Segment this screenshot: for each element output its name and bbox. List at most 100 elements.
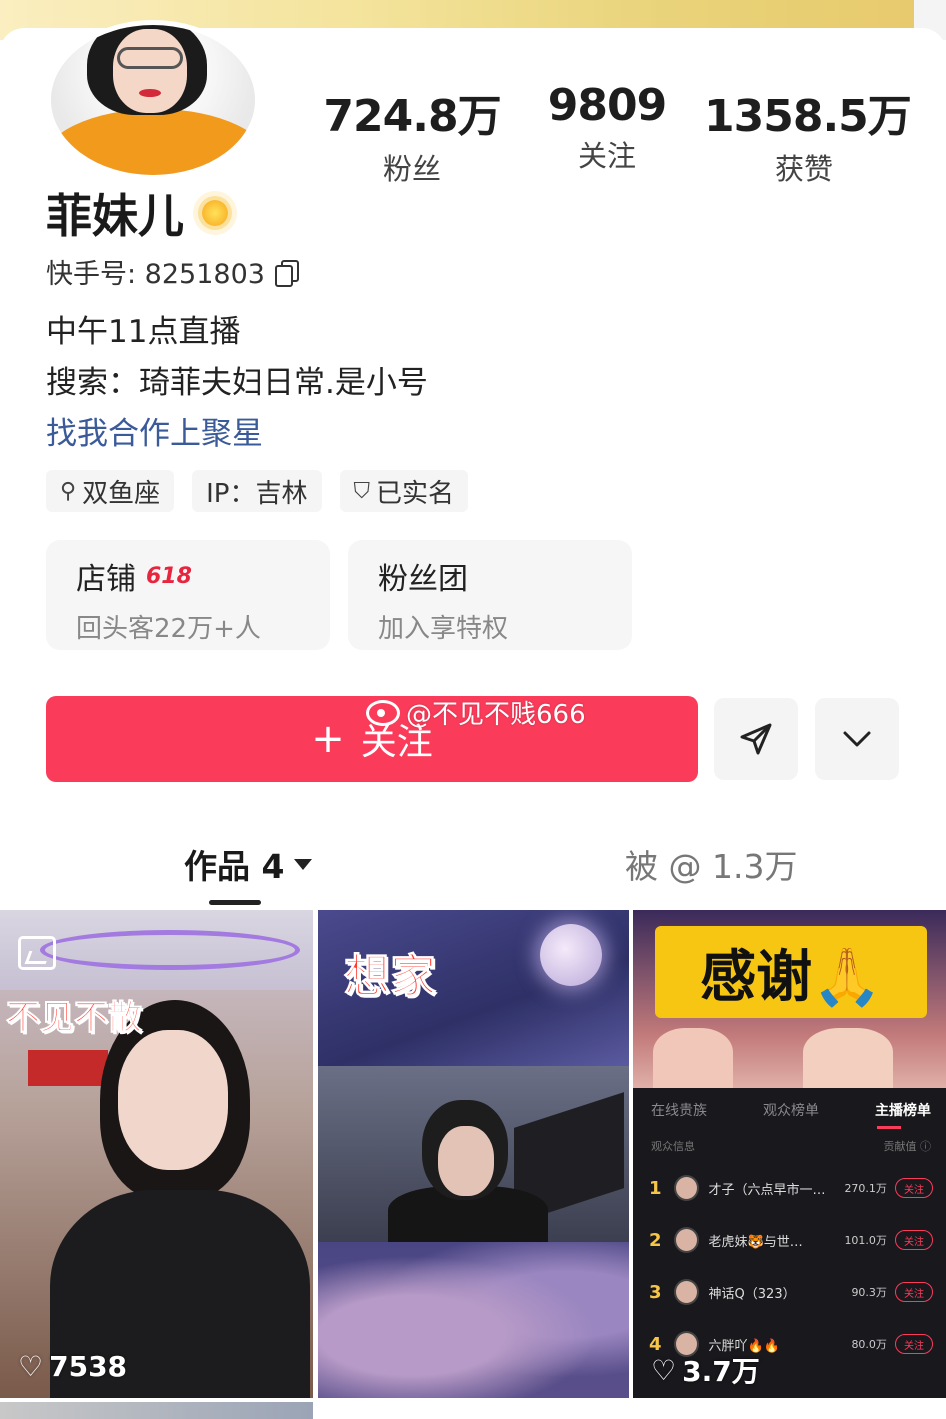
name-row: 菲妹儿 <box>46 183 240 243</box>
more-button[interactable] <box>815 698 899 780</box>
stat-label: 获赞 <box>774 152 833 186</box>
rank-score: 90.3万 <box>851 1286 887 1299</box>
rank-follow: 关注 <box>894 1282 933 1302</box>
avatar-glasses <box>117 47 183 69</box>
shield-check-icon: ⛉ <box>353 478 371 504</box>
caret-down-icon <box>294 858 313 870</box>
rank-name: 神话Q（323） <box>708 1286 796 1302</box>
tab-indicator <box>209 900 261 905</box>
bio-line-2: 搜索：琦菲夫妇日常.是小号 <box>46 365 428 401</box>
rank-follow: 关注 <box>894 1230 933 1250</box>
tag-label: 双鱼座 <box>82 478 161 509</box>
share-button[interactable] <box>714 698 798 780</box>
stat-fans[interactable]: 724.8万 粉丝 <box>322 80 502 188</box>
avatar[interactable] <box>46 20 260 180</box>
tag-label: 已实名 <box>376 478 455 509</box>
avatar-face <box>113 29 187 113</box>
promo-badge: 618 <box>146 563 192 589</box>
tile-overlay-text: 不见不散 <box>6 998 143 1039</box>
tile-face <box>803 1028 893 1088</box>
kuaishou-id: 快手号: 8251803 <box>46 259 265 290</box>
ranking-row: 3 神话Q（323） 90.3万 关注 <box>649 1272 933 1312</box>
card-subtitle: 回头客22万+人 <box>76 614 261 644</box>
card-title-row: 粉丝团 <box>378 554 632 598</box>
rank-name: 才子（六点早市一… <box>708 1182 826 1198</box>
copy-icon[interactable] <box>274 259 299 287</box>
shop-card[interactable]: 店铺 618 回头客22万+人 <box>46 540 330 650</box>
tile-overlay-text: 感谢🙏 <box>655 926 927 1018</box>
rank-follow: 关注 <box>894 1178 933 1198</box>
stat-label: 粉丝 <box>382 152 441 186</box>
avatar-lips <box>139 89 161 97</box>
card-title: 店铺 <box>76 562 136 597</box>
profile-sheet: 724.8万 粉丝 9809 关注 1358.5万 获赞 菲妹儿 快手号: 82… <box>0 20 946 1419</box>
plus-icon: + <box>311 716 345 762</box>
grid-blank <box>318 1402 629 1419</box>
works-grid: 不见不散 ♡ 7538 想家 感谢🙏 在线贵族 观众榜单 主播榜单 观众信息 贡… <box>0 910 946 1419</box>
stat-following[interactable]: 9809 关注 <box>532 80 682 175</box>
search-icon: ⚲ <box>60 478 77 504</box>
heart-icon: ♡ <box>18 1350 44 1383</box>
tab-mentioned[interactable]: 被 @ 1.3万 <box>625 840 797 888</box>
ranking-tab: 观众榜单 <box>763 1103 819 1119</box>
card-title: 粉丝团 <box>378 562 468 597</box>
stat-label: 关注 <box>577 139 636 173</box>
tile-likes: ♡ 7538 <box>18 1350 127 1383</box>
card-subtitle: 加入享特权 <box>378 614 509 644</box>
profile-name: 菲妹儿 <box>46 189 184 243</box>
tab-label: 作品 4 <box>184 847 285 886</box>
sun-icon <box>190 188 240 238</box>
stat-value: 1358.5万 <box>704 91 912 142</box>
ranking-tab-indicator <box>877 1126 901 1129</box>
tile-likes: ♡ 3.7万 <box>651 1350 760 1390</box>
fan-club-card[interactable]: 粉丝团 加入享特权 <box>348 540 632 650</box>
video-tile-peek <box>0 1402 313 1419</box>
rank-number: 3 <box>649 1281 662 1303</box>
tile-person <box>50 990 310 1398</box>
moon-image <box>540 924 602 986</box>
video-tile-3[interactable]: 感谢🙏 在线贵族 观众榜单 主播榜单 观众信息 贡献值 ⓘ 1 才子（六点早市一… <box>633 910 946 1398</box>
stat-value: 724.8万 <box>323 91 501 142</box>
content-tabs: 作品 4 被 @ 1.3万 <box>0 838 946 908</box>
ranking-tabs: 在线贵族 观众榜单 主播榜单 <box>651 1100 931 1120</box>
weibo-icon <box>366 699 400 726</box>
ranking-header-right: 贡献值 ⓘ <box>883 1140 932 1153</box>
tile-overlay-text: 想家 <box>344 949 437 1004</box>
rank-number: 2 <box>649 1229 662 1251</box>
grid-blank <box>633 1402 946 1419</box>
ranking-tab: 在线贵族 <box>651 1103 707 1119</box>
tag-verified[interactable]: ⛉ 已实名 <box>339 470 469 512</box>
tile-face <box>653 1028 733 1088</box>
video-tile-1[interactable]: 不见不散 ♡ 7538 <box>0 910 313 1398</box>
stats-bar: 724.8万 粉丝 9809 关注 1358.5万 获赞 <box>318 80 918 186</box>
stat-likes[interactable]: 1358.5万 获赞 <box>704 80 912 188</box>
watermark-text: @不见不贱666 <box>406 700 586 730</box>
watermark: @不见不贱666 <box>366 694 586 731</box>
cooperation-link[interactable]: 找我合作上聚星 <box>46 408 263 453</box>
heart-icon: ♡ <box>651 1353 677 1387</box>
stat-value: 9809 <box>547 80 667 131</box>
tile-recording-studio <box>318 1066 629 1246</box>
tag-zodiac[interactable]: ⚲ 双鱼座 <box>46 470 175 512</box>
avatar <box>673 1227 699 1253</box>
card-title-row: 店铺 618 <box>76 554 330 598</box>
video-tile-2[interactable]: 想家 <box>318 910 629 1398</box>
rank-number: 1 <box>649 1177 662 1199</box>
avatar <box>673 1279 699 1305</box>
rank-score: 101.0万 <box>844 1234 887 1247</box>
gallery-icon <box>18 936 56 970</box>
tag-row: ⚲ 双鱼座 IP：吉林 ⛉ 已实名 <box>46 470 469 512</box>
tag-ip-location: IP：吉林 <box>192 470 322 512</box>
ranking-header-left: 观众信息 <box>651 1140 695 1153</box>
tab-works[interactable]: 作品 4 <box>184 840 313 888</box>
rank-score: 80.0万 <box>851 1338 887 1351</box>
tile-clouds <box>318 1242 629 1398</box>
feature-cards: 店铺 618 回头客22万+人 粉丝团 加入享特权 <box>46 540 632 650</box>
rank-follow: 关注 <box>894 1334 933 1354</box>
next-row-peek <box>0 1402 946 1419</box>
send-icon <box>740 723 772 755</box>
tile-ceiling-light <box>40 930 300 970</box>
rank-score: 270.1万 <box>844 1182 887 1195</box>
kuaishou-id-row: 快手号: 8251803 <box>46 252 299 291</box>
ranking-header: 观众信息 贡献值 ⓘ <box>651 1138 931 1154</box>
